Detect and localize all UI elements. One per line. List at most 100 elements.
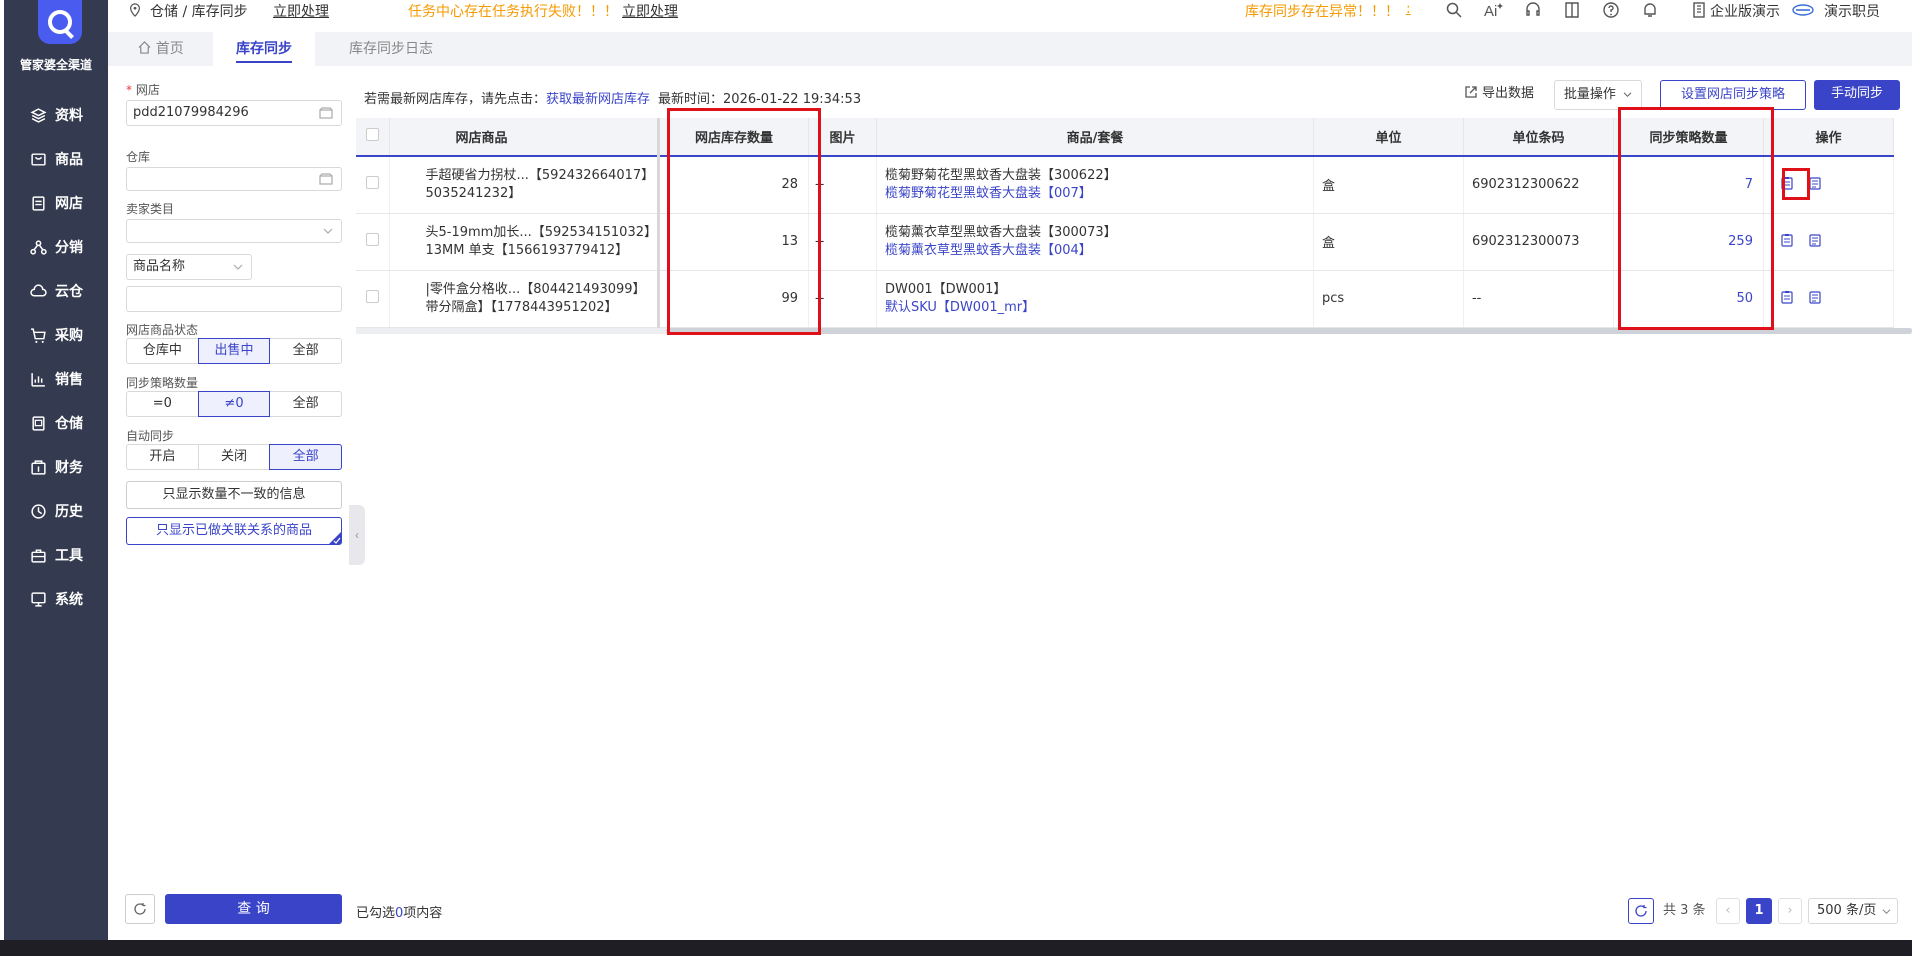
clipboard-icon[interactable] <box>1780 290 1794 304</box>
strategy-all[interactable]: 全部 <box>269 391 343 417</box>
only-linked-toggle[interactable]: 只显示已做关联关系的商品 <box>126 517 342 545</box>
nav-label: 商品 <box>55 152 83 168</box>
bell-icon[interactable] <box>1641 1 1659 19</box>
tab-stock-sync[interactable]: 库存同步 <box>213 32 315 66</box>
nav-item-tools[interactable]: 工具 <box>30 543 83 567</box>
column-header[interactable]: 图片 <box>808 118 877 157</box>
column-header[interactable]: 网店库存数量 <box>658 118 809 157</box>
prev-page-button[interactable]: ‹ <box>1716 898 1740 924</box>
tab-home[interactable]: 首页 <box>126 32 196 66</box>
tab-sync-log[interactable]: 库存同步日志 <box>326 32 456 66</box>
nav-item-warehouse[interactable]: 仓储 <box>30 411 83 435</box>
nav-item-sales[interactable]: 销售 <box>30 367 83 391</box>
only-mismatch-toggle[interactable]: 只显示数量不一致的信息 <box>126 481 342 509</box>
company-name[interactable]: 企业版演示 <box>1710 1 1780 21</box>
ai-icon[interactable]: Ai <box>1483 1 1505 19</box>
shop-status-segment: 仓库中 出售中 全部 <box>126 338 343 364</box>
nav-label: 分销 <box>55 240 83 256</box>
scrollbar-thumb[interactable] <box>666 328 1912 334</box>
box-icon <box>31 152 46 166</box>
nav-label: 销售 <box>55 372 83 388</box>
warehouse-label: 仓库 <box>126 150 151 164</box>
layers-icon <box>30 107 47 123</box>
auto-off[interactable]: 关闭 <box>197 444 271 470</box>
nav-item-system[interactable]: 系统 <box>30 587 83 611</box>
column-header[interactable]: 单位 <box>1313 118 1464 157</box>
sync-strategy-qty-link[interactable]: 259 <box>1613 213 1764 271</box>
query-button[interactable]: 查 询 <box>165 894 342 924</box>
auto-sync-segment: 开启 关闭 全部 <box>126 444 343 470</box>
total-count: 共 3 条 <box>1663 903 1706 918</box>
auto-on[interactable]: 开启 <box>126 444 199 470</box>
export-button[interactable]: 导出数据 <box>1464 80 1544 110</box>
column-header[interactable]: 同步策略数量 <box>1613 118 1764 157</box>
nav-item-cloud[interactable]: 云仓 <box>30 279 83 303</box>
column-header[interactable]: 商品/套餐 <box>876 118 1314 157</box>
table-row[interactable]: 手超硬省力拐杖...【592432664017】 5035241232】 28 -… <box>356 156 1894 214</box>
nav-item-purchase[interactable]: 采购 <box>30 323 83 347</box>
next-page-button[interactable]: › <box>1778 898 1802 924</box>
warehouse-select[interactable] <box>126 167 342 191</box>
search-icon[interactable] <box>1445 1 1463 19</box>
headset-icon[interactable] <box>1524 1 1542 19</box>
page-size-select[interactable]: 500 条/页 <box>1808 898 1898 924</box>
product-name-input[interactable] <box>126 286 342 312</box>
document-icon[interactable] <box>1808 233 1822 247</box>
svg-text:Ai: Ai <box>1484 3 1497 19</box>
seller-category-select[interactable] <box>126 219 342 243</box>
document-icon[interactable] <box>1808 176 1822 190</box>
page-1-button[interactable]: 1 <box>1746 898 1772 924</box>
chevron-down-icon <box>233 264 243 270</box>
nav-item-data[interactable]: 资料 <box>30 103 83 127</box>
column-header[interactable]: 操作 <box>1763 118 1894 157</box>
table-row[interactable]: |零件盒分格收...【804421493099】 带分隔盒】【1778443951… <box>356 270 1894 328</box>
sync-warning: 库存同步存在异常！！！ <box>1245 4 1399 20</box>
goods-sku-link[interactable]: 默认SKU【DW001_mr】 <box>885 299 1313 317</box>
row-checkbox[interactable] <box>365 233 379 246</box>
nav-item-history[interactable]: 历史 <box>30 499 83 523</box>
reset-button[interactable] <box>125 894 155 924</box>
monitor-icon <box>31 591 46 607</box>
fetch-latest-stock-link[interactable]: 获取最新网店库存 <box>546 92 650 107</box>
sync-strategy-qty-link[interactable]: 7 <box>1613 156 1764 214</box>
avatar-icon[interactable] <box>1792 1 1814 19</box>
table-header-row: 网店商品 网店库存数量 图片 商品/套餐 单位 单位条码 同步策略数量 操作 <box>356 118 1894 157</box>
clipboard-icon[interactable] <box>1780 233 1794 247</box>
nav-item-distribution[interactable]: 分销 <box>30 235 83 259</box>
nav-item-shop[interactable]: 网店 <box>30 191 83 215</box>
help-icon[interactable] <box>1602 1 1620 19</box>
manual-sync-button[interactable]: 手动同步 <box>1814 80 1900 110</box>
goods-sku-link[interactable]: 榄菊薰衣草型黑蚊香大盘装【004】 <box>885 242 1313 260</box>
user-name[interactable]: 演示职员 <box>1824 1 1880 21</box>
shop-select[interactable]: pdd21079984296 <box>126 100 342 126</box>
column-header[interactable]: 单位条码 <box>1463 118 1614 157</box>
sync-strategy-qty-link[interactable]: 50 <box>1613 270 1764 328</box>
book-icon[interactable] <box>1563 1 1581 19</box>
handle-now-link-2[interactable]: 立即处理 <box>622 1 678 21</box>
column-header[interactable]: 网店商品 <box>389 118 660 157</box>
goods-sku-link[interactable]: 榄菊野菊花型黑蚊香大盘装【007】 <box>885 185 1313 203</box>
field-type-select[interactable]: 商品名称 <box>126 254 252 280</box>
handle-now-link-1[interactable]: 立即处理 <box>273 1 329 21</box>
table-row[interactable]: 头5-19mm加长...【592534151032】 13MM 单支【156619… <box>356 213 1894 271</box>
strategy-eq-zero[interactable]: =0 <box>126 391 199 417</box>
refresh-button[interactable] <box>1628 898 1654 924</box>
status-all[interactable]: 全部 <box>269 338 343 364</box>
strategy-ne-zero[interactable]: ≠0 <box>197 391 271 417</box>
batch-operation-dropdown[interactable]: 批量操作 <box>1554 80 1642 110</box>
row-checkbox[interactable] <box>365 290 379 303</box>
horizontal-scrollbar[interactable] <box>356 328 1912 334</box>
set-sync-strategy-button[interactable]: 设置网店同步策略 <box>1660 80 1806 110</box>
row-checkbox[interactable] <box>365 176 379 190</box>
status-in-warehouse[interactable]: 仓库中 <box>126 338 199 364</box>
nav-item-goods[interactable]: 商品 <box>30 147 83 171</box>
logo-icon[interactable] <box>38 0 82 44</box>
nav-item-finance[interactable]: 财务 <box>30 455 83 479</box>
clipboard-icon[interactable] <box>1780 176 1794 190</box>
building-icon <box>1693 2 1705 18</box>
sync-warning-link[interactable]: : <box>1406 1 1411 17</box>
status-on-sale[interactable]: 出售中 <box>197 338 271 364</box>
select-all-checkbox[interactable] <box>365 128 379 141</box>
document-icon[interactable] <box>1808 290 1822 304</box>
auto-all[interactable]: 全部 <box>269 444 343 470</box>
